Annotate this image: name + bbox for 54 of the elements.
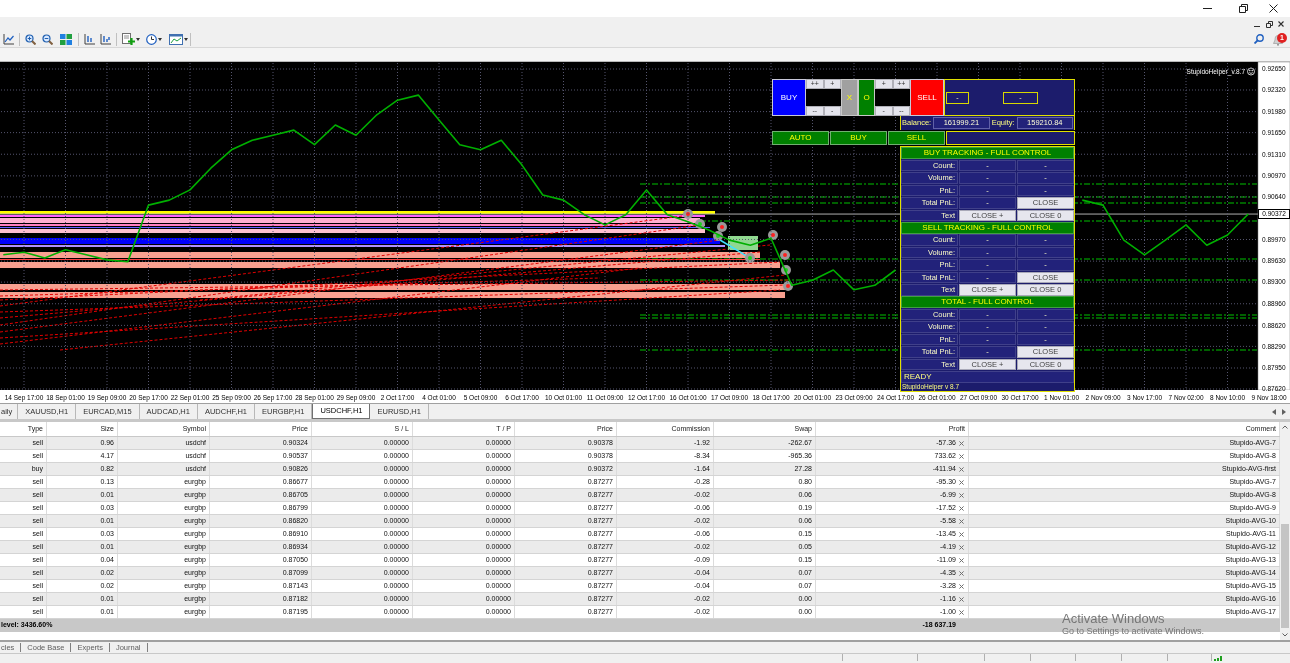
toggle-button[interactable]: O <box>858 79 875 116</box>
close-button[interactable] <box>1275 19 1287 29</box>
mode-button[interactable]: AUTO <box>772 131 829 145</box>
activation-subtitle: Go to Settings to activate Windows. <box>1062 626 1205 637</box>
close-icon[interactable] <box>959 505 964 511</box>
caret-icon[interactable] <box>184 37 188 41</box>
close-icon[interactable] <box>959 531 964 537</box>
caret-icon[interactable] <box>158 37 162 41</box>
clock-icon[interactable] <box>146 33 157 45</box>
bar-chart-icon[interactable] <box>84 33 95 45</box>
close-icon[interactable] <box>959 492 964 498</box>
bar-chart-icon[interactable] <box>100 33 111 45</box>
scroll-up-icon[interactable] <box>1282 425 1288 429</box>
close-icon[interactable] <box>959 570 964 576</box>
section-header: BUY TRACKING - FULL CONTROL <box>901 147 1074 159</box>
zoom-in-icon[interactable] <box>25 33 36 45</box>
close-icon[interactable] <box>959 479 964 485</box>
mode-button[interactable]: BUY <box>830 131 887 145</box>
close-icon[interactable] <box>959 453 964 459</box>
restore-icon <box>1265 20 1273 28</box>
close-icon[interactable] <box>959 440 964 446</box>
document-plus-icon[interactable] <box>122 33 135 45</box>
restore-button[interactable] <box>1263 19 1275 29</box>
mode-button[interactable]: SELL <box>888 131 945 145</box>
close-icon[interactable] <box>959 544 964 550</box>
restore-icon <box>1238 4 1248 13</box>
close-icon[interactable] <box>959 596 964 602</box>
activation-title: Activate Windows <box>1062 611 1166 626</box>
minimize-icon <box>1254 26 1260 27</box>
search-icon[interactable] <box>1254 34 1264 44</box>
window-chart-icon[interactable] <box>169 33 183 45</box>
scroll-down-icon[interactable] <box>1282 633 1288 637</box>
close-icon[interactable] <box>959 583 964 589</box>
close-icon[interactable] <box>959 609 964 615</box>
section-header: TOTAL - FULL CONTROL <box>901 296 1074 308</box>
minimize-icon <box>1202 8 1212 9</box>
scrollbar-thumb[interactable] <box>1281 524 1289 628</box>
scroll-right-icon[interactable] <box>1282 408 1286 415</box>
smiley-icon <box>1247 67 1255 76</box>
section-header: SELL TRACKING - FULL CONTROL <box>901 221 1074 234</box>
trade-button[interactable]: SELL <box>910 79 944 116</box>
trade-button[interactable]: BUY <box>772 79 806 116</box>
grid-icon[interactable] <box>60 33 72 45</box>
caret-icon[interactable] <box>136 37 140 41</box>
zoom-out-icon[interactable] <box>42 33 53 45</box>
close-icon[interactable] <box>959 557 964 563</box>
scroll-left-icon[interactable] <box>1272 408 1276 415</box>
close-icon <box>1268 4 1278 13</box>
status-text: READY <box>901 370 1074 383</box>
close-icon <box>1278 21 1284 27</box>
close-icon[interactable] <box>959 518 964 524</box>
line-chart-icon[interactable] <box>3 33 14 45</box>
close-icon[interactable] <box>959 466 964 472</box>
signal-bars-icon <box>1214 655 1224 661</box>
